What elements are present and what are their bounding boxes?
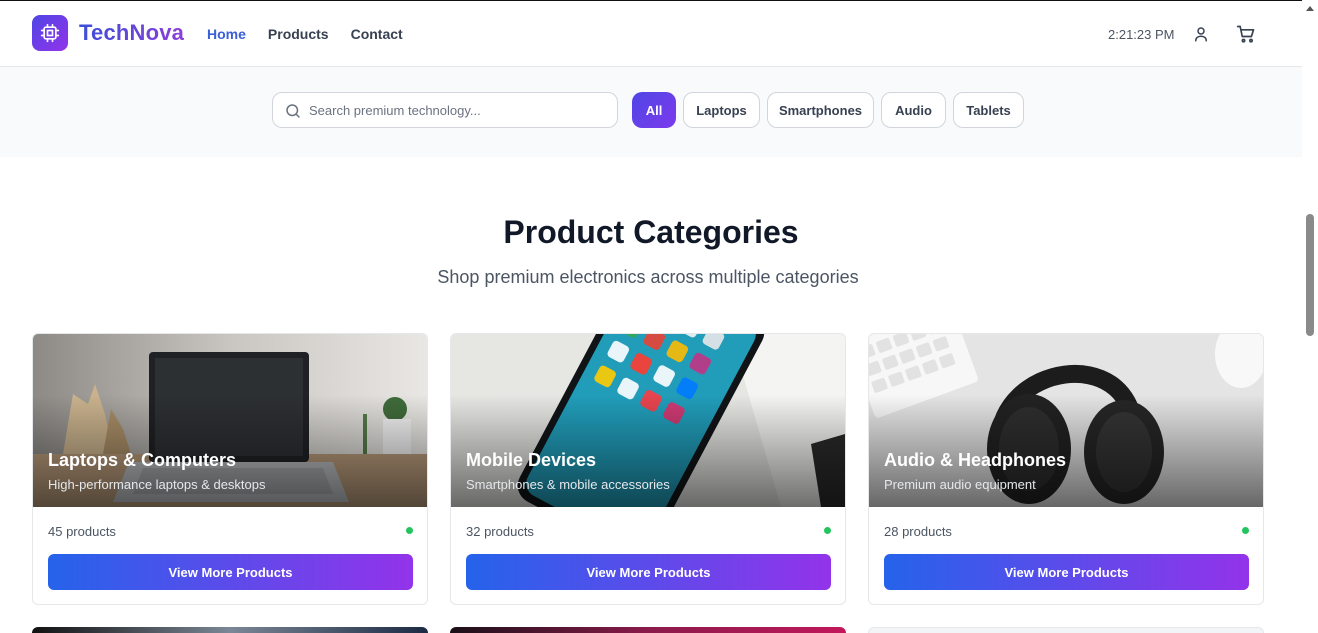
category-description: Premium audio equipment <box>884 477 1036 492</box>
site-header: TechNova Home Products Contact 2:21:23 P… <box>0 1 1302 67</box>
category-description: Smartphones & mobile accessories <box>466 477 670 492</box>
category-card-mobile[interactable]: Mobile Devices Smartphones & mobile acce… <box>450 333 846 605</box>
clock: 2:21:23 PM <box>1108 27 1175 42</box>
main-nav: Home Products Contact <box>207 26 425 42</box>
cart-icon <box>1236 25 1255 43</box>
logo[interactable] <box>32 15 68 51</box>
section-subtitle: Shop premium electronics across multiple… <box>437 267 859 287</box>
nav-products[interactable]: Products <box>268 26 329 42</box>
nav-contact[interactable]: Contact <box>351 26 403 42</box>
product-count: 28 products <box>884 524 952 539</box>
product-count: 32 products <box>466 524 534 539</box>
search-bar-section: All Laptops Smartphones Audio Tablets <box>0 67 1302 157</box>
search-box[interactable] <box>272 92 618 128</box>
user-icon <box>1195 27 1207 42</box>
view-more-button[interactable]: View More Products <box>48 554 413 590</box>
category-name: Laptops & Computers <box>48 450 237 470</box>
brand-name[interactable]: TechNova <box>79 20 184 46</box>
status-dot <box>406 527 413 534</box>
section-title: Product Categories <box>503 214 799 250</box>
category-card-peek <box>32 627 428 633</box>
category-card-peek <box>868 627 1264 633</box>
scroll-up-icon[interactable] <box>1306 6 1314 11</box>
product-count: 45 products <box>48 524 116 539</box>
filter-smartphones[interactable]: Smartphones <box>767 92 874 128</box>
category-card-peek <box>450 627 846 633</box>
search-input[interactable] <box>309 93 609 127</box>
cart-button[interactable] <box>1236 24 1256 44</box>
filter-tablets[interactable]: Tablets <box>953 92 1024 128</box>
view-more-button[interactable]: View More Products <box>884 554 1249 590</box>
category-name: Mobile Devices <box>466 450 597 470</box>
filter-audio[interactable]: Audio <box>881 92 946 128</box>
view-more-button[interactable]: View More Products <box>466 554 831 590</box>
search-icon <box>286 104 300 118</box>
filter-all[interactable]: All <box>632 92 676 128</box>
scrollbar-thumb[interactable] <box>1306 214 1314 336</box>
category-description: High-performance laptops & desktops <box>48 477 266 492</box>
category-card-audio[interactable]: Audio & Headphones Premium audio equipme… <box>868 333 1264 605</box>
category-name: Audio & Headphones <box>884 450 1067 470</box>
nav-home[interactable]: Home <box>207 26 246 42</box>
filter-laptops[interactable]: Laptops <box>683 92 760 128</box>
status-dot <box>824 527 831 534</box>
status-dot <box>1242 527 1249 534</box>
chip-icon <box>40 23 60 43</box>
user-button[interactable] <box>1191 24 1211 44</box>
category-card-laptops[interactable]: Laptops & Computers High-performance lap… <box>32 333 428 605</box>
